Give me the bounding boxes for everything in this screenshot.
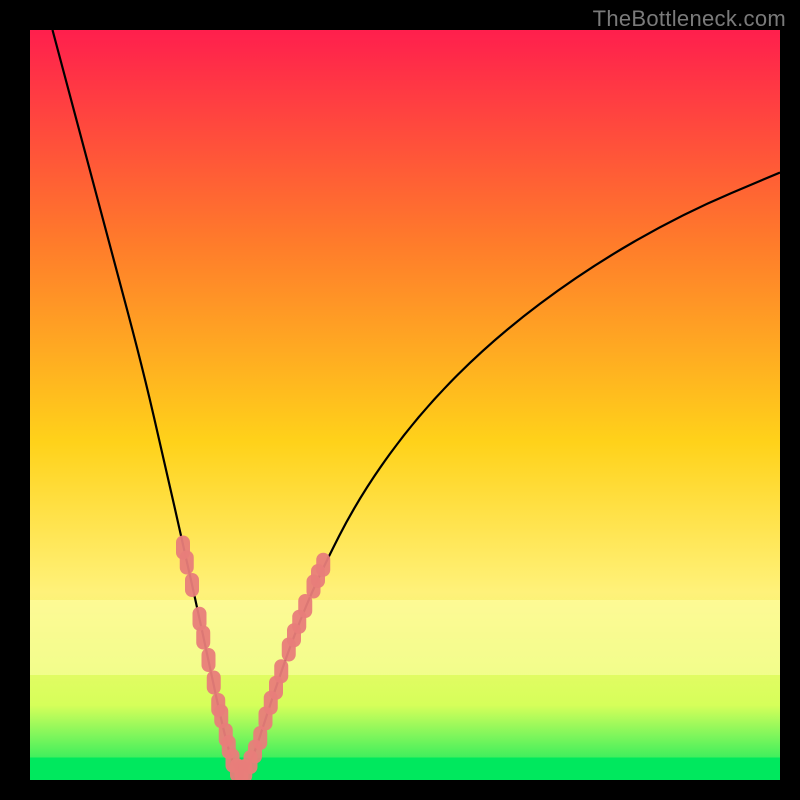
- data-marker: [207, 671, 221, 695]
- data-marker: [202, 648, 216, 672]
- data-marker: [180, 551, 194, 575]
- data-marker: [274, 659, 288, 683]
- data-marker: [185, 573, 199, 597]
- data-marker: [316, 553, 330, 577]
- outer-frame: TheBottleneck.com: [0, 0, 800, 800]
- watermark-text: TheBottleneck.com: [593, 6, 786, 32]
- highlight-band: [30, 600, 780, 675]
- data-marker: [196, 626, 210, 650]
- chart-plot-area: [30, 30, 780, 780]
- green-floor-strip: [30, 758, 780, 781]
- chart-svg: [30, 30, 780, 780]
